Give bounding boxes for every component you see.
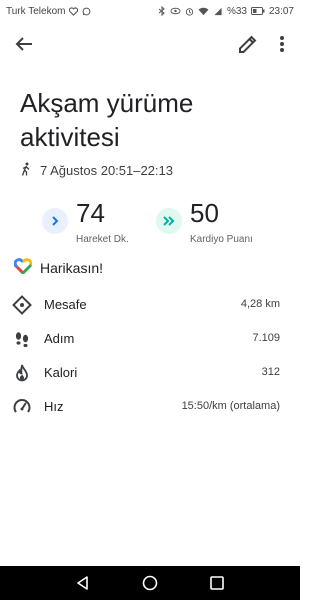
activity-date-row: 7 Ağustos 20:51–22:13 [20, 162, 173, 179]
move-minutes-label: Hareket Dk. [76, 234, 129, 245]
nav-recents-icon[interactable] [208, 574, 226, 592]
stat-row-steps: Adım 7.109 [0, 327, 300, 351]
move-minutes-value: 74 [76, 198, 105, 228]
stat-name: Adım [44, 331, 75, 346]
speedometer-icon [12, 397, 32, 417]
praise-row: Harikasın! [13, 258, 104, 277]
battery-percent: %33 [226, 5, 247, 17]
signal-icon [213, 7, 223, 16]
heart-points-metric: 50 Kardiyo Puanı [156, 198, 286, 258]
chevron-right-icon [42, 208, 68, 234]
praise-text: Harikasın! [40, 259, 104, 276]
stat-row-speed: Hız 15:50/km (ortalama) [0, 395, 300, 419]
stat-row-calories: Kalori 312 [0, 361, 300, 385]
double-chevron-right-icon [156, 208, 182, 234]
carrier-name: Turk Telekom [6, 5, 66, 17]
heart-points-value: 50 [190, 198, 219, 228]
alarm-icon [185, 7, 194, 16]
heart-points-label: Kardiyo Puanı [190, 234, 253, 245]
stat-value: 7.109 [252, 332, 280, 344]
pencil-icon[interactable] [236, 32, 260, 56]
stat-row-distance: Mesafe 4,28 km [0, 293, 300, 317]
distance-icon [12, 295, 32, 315]
heart-notification-icon [69, 6, 79, 16]
status-bar: Turk Telekom %33 23:07 [0, 0, 300, 22]
walking-icon [20, 162, 32, 179]
nav-back-icon[interactable] [74, 574, 92, 592]
footsteps-icon [12, 329, 32, 349]
status-bar-left: Turk Telekom [6, 6, 91, 17]
wifi-icon [198, 7, 209, 16]
stat-value: 4,28 km [240, 298, 280, 310]
flame-icon [12, 363, 32, 383]
battery-icon [250, 7, 265, 15]
google-fit-heart-icon [13, 258, 33, 277]
activity-date-range: 7 Ağustos 20:51–22:13 [40, 163, 174, 178]
stat-name: Hız [44, 399, 64, 414]
stat-value: 15:50/km (ortalama) [181, 400, 280, 412]
stat-name: Kalori [44, 365, 78, 380]
status-bar-right: %33 23:07 [158, 6, 294, 17]
nav-home-icon[interactable] [141, 574, 159, 592]
status-time: 23:07 [268, 5, 294, 17]
move-minutes-metric: 74 Hareket Dk. [42, 198, 162, 258]
more-vert-icon[interactable] [270, 32, 294, 56]
stat-name: Mesafe [44, 297, 87, 312]
eye-comfort-icon [170, 7, 181, 15]
system-nav-bar [0, 566, 300, 600]
bluetooth-icon [158, 6, 166, 16]
stat-value: 312 [261, 366, 280, 378]
whatsapp-notification-icon [82, 7, 91, 16]
app-bar [0, 28, 300, 60]
activity-title: Akşam yürüme aktivitesi [20, 88, 194, 152]
arrow-back-icon[interactable] [12, 32, 36, 56]
